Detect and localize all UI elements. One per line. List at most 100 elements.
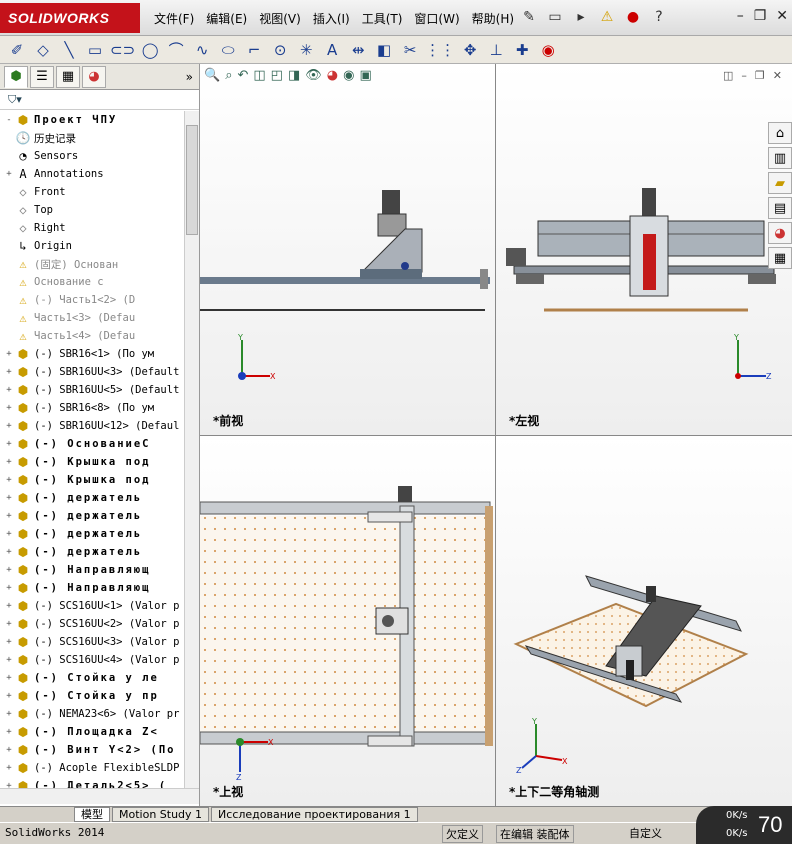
traffic-light-icon[interactable]: ●	[622, 6, 644, 28]
rebuild-warning-icon[interactable]: ⚠	[596, 6, 618, 28]
tree-filter[interactable]: ⛉▾	[0, 90, 199, 110]
graphics-area[interactable]: 🔍 ⌕ ↶ ◫ ◰ ◨ 👁 ◕ ◉ ▣ Y X *前视 ◫ – ❐ ✕ Y Z …	[200, 64, 792, 806]
tree-expand-toggle[interactable]: +	[4, 169, 14, 179]
home-icon[interactable]: ⌂	[768, 122, 792, 144]
help-icon[interactable]: ?	[648, 6, 670, 28]
tree-expand-toggle[interactable]: +	[4, 655, 14, 665]
configuration-manager-tab-icon[interactable]: ▦	[56, 65, 80, 88]
tree-expand-toggle[interactable]: +	[4, 349, 14, 359]
viewport-front[interactable]: 🔍 ⌕ ↶ ◫ ◰ ◨ 👁 ◕ ◉ ▣ Y X *前视	[200, 64, 495, 435]
minimize-icon[interactable]: –	[737, 8, 744, 24]
tree-node[interactable]: + ⬢ (-) SCS16UU<1> (Valor p	[0, 597, 184, 615]
tree-node[interactable]: + ⬢ (-) SCS16UU<2> (Valor p	[0, 615, 184, 633]
relations-icon[interactable]: ⊥	[485, 39, 507, 61]
viewport-top[interactable]: Z X *上视	[200, 436, 495, 806]
tree-node[interactable]: ◇ Right	[0, 219, 184, 237]
menu-view[interactable]: 视图(V)	[253, 9, 307, 29]
resources-icon[interactable]: ▥	[768, 147, 792, 169]
display-icon[interactable]: ◉	[537, 39, 559, 61]
tree-expand-toggle[interactable]: +	[4, 565, 14, 575]
tree-expand-toggle[interactable]: +	[4, 529, 14, 539]
filter-icon[interactable]: ⛉▾	[8, 93, 22, 107]
tree-node[interactable]: ⚠ Основание с	[0, 273, 184, 291]
text-icon[interactable]: A	[321, 39, 343, 61]
tree-node[interactable]: ◇ Front	[0, 183, 184, 201]
tree-expand-toggle[interactable]: +	[4, 385, 14, 395]
appearances-icon[interactable]: ◕	[768, 222, 792, 244]
pin-icon[interactable]: ✎	[518, 6, 540, 28]
tree-node[interactable]: + ⬢ (-) держатель	[0, 507, 184, 525]
tree-expand-toggle[interactable]: +	[4, 673, 14, 683]
custom-properties-icon[interactable]: ▦	[768, 247, 792, 269]
tree-expand-toggle[interactable]: +	[4, 457, 14, 467]
tree-node[interactable]: + ⬢ (-) SBR16<8> (По ум	[0, 399, 184, 417]
trim-icon[interactable]: ✂	[399, 39, 421, 61]
tree-expand-toggle[interactable]: +	[4, 439, 14, 449]
tree-node[interactable]: ⚠ Часть1<4> (Defau	[0, 327, 184, 345]
tree-expand-toggle[interactable]: +	[4, 421, 14, 431]
network-monitor-widget[interactable]: 0K/s 0K/s 70	[696, 806, 792, 844]
tab-model[interactable]: 模型	[74, 807, 110, 822]
tree-node[interactable]: ⚠ (固定) Основан	[0, 255, 184, 273]
menu-file[interactable]: 文件(F)	[148, 9, 200, 29]
move-icon[interactable]: ✥	[459, 39, 481, 61]
new-document-icon[interactable]: ▭	[544, 6, 566, 28]
restore-icon[interactable]: ❐	[754, 8, 767, 24]
circle-icon[interactable]: ◯	[139, 39, 161, 61]
viewport-horizontal-splitter[interactable]	[200, 435, 792, 436]
tree-expand-toggle[interactable]: +	[4, 511, 14, 521]
tree-expand-toggle[interactable]: +	[4, 493, 14, 503]
tree-node[interactable]: + ⬢ (-) SBR16UU<12> (Defaul	[0, 417, 184, 435]
fillet-icon[interactable]: ⌐	[243, 39, 265, 61]
tree-node[interactable]: + ⬢ (-) Acople FlexibleSLDP	[0, 759, 184, 777]
sketch-icon[interactable]: ✐	[6, 39, 28, 61]
tree-node[interactable]: ⚠ (-) Часть1<2> (D	[0, 291, 184, 309]
design-library-icon[interactable]: ▰	[768, 172, 792, 194]
tree-node[interactable]: 🕓 历史记录	[0, 129, 184, 147]
tree-node[interactable]: ◔ Sensors	[0, 147, 184, 165]
rectangle-icon[interactable]: ▭	[84, 39, 106, 61]
smart-dimension-icon[interactable]: ◇	[32, 39, 54, 61]
menu-insert[interactable]: 插入(I)	[307, 9, 356, 29]
menu-tools[interactable]: 工具(T)	[356, 9, 409, 29]
status-units[interactable]: 自定义	[626, 825, 665, 841]
viewport-left[interactable]: ◫ – ❐ ✕ Y Z ⌂ ▥ ▰ ▤ ◕ ▦ *左视	[496, 64, 792, 435]
ellipse-icon[interactable]: ⬭	[217, 39, 239, 61]
display-manager-tab-icon[interactable]: ◕	[82, 65, 106, 88]
tree-node[interactable]: + ⬢ (-) SBR16UU<5> (Default	[0, 381, 184, 399]
tree-expand-toggle[interactable]: +	[4, 709, 14, 719]
tree-node[interactable]: ↳ Origin	[0, 237, 184, 255]
tree-expand-toggle[interactable]: +	[4, 727, 14, 737]
open-icon[interactable]: ▸	[570, 6, 592, 28]
tree-expand-toggle[interactable]: +	[4, 601, 14, 611]
tree-node[interactable]: + ⬢ (-) Направляющ	[0, 579, 184, 597]
menu-window[interactable]: 窗口(W)	[408, 9, 465, 29]
tree-node[interactable]: + ⬢ (-) держатель	[0, 525, 184, 543]
viewport-isometric[interactable]: Y X Z *上下二等角轴测	[496, 436, 792, 806]
tree-expand-toggle[interactable]: +	[4, 745, 14, 755]
point-icon[interactable]: ✳	[295, 39, 317, 61]
tab-design-study[interactable]: Исследование проектирования 1	[211, 807, 418, 822]
tree-expand-toggle[interactable]: -	[4, 115, 14, 125]
tree-expand-toggle[interactable]: +	[4, 763, 14, 773]
tree-node[interactable]: + ⬢ (-) Винт Y<2> (По	[0, 741, 184, 759]
tree-expand-toggle[interactable]: +	[4, 583, 14, 593]
tree-node[interactable]: + ⬢ (-) NEMA23<6> (Valor pr	[0, 705, 184, 723]
tree-node[interactable]: - ⬢ Проект ЧПУ	[0, 111, 184, 129]
tree-expand-toggle[interactable]: +	[4, 547, 14, 557]
convert-icon[interactable]: ◧	[373, 39, 395, 61]
property-manager-tab-icon[interactable]: ☰	[30, 65, 54, 88]
tree-expand-toggle[interactable]: +	[4, 403, 14, 413]
tree-node[interactable]: + ⬢ (-) Крышка под	[0, 453, 184, 471]
tree-horizontal-scrollbar[interactable]	[0, 788, 199, 804]
scroll-thumb[interactable]	[186, 125, 198, 235]
spline-icon[interactable]: ∿	[191, 39, 213, 61]
tree-node[interactable]: + ⬢ (-) ОснованиеС	[0, 435, 184, 453]
tree-node[interactable]: + ⬢ (-) Направляющ	[0, 561, 184, 579]
tree-expand-toggle[interactable]: +	[4, 475, 14, 485]
offset-icon[interactable]: ⊙	[269, 39, 291, 61]
tree-node[interactable]: + ⬢ (-) Площадка Z<	[0, 723, 184, 741]
line-icon[interactable]: ╲	[58, 39, 80, 61]
expand-panel-icon[interactable]: »	[186, 70, 193, 84]
tree-node[interactable]: + ⬢ (-) Крышка под	[0, 471, 184, 489]
